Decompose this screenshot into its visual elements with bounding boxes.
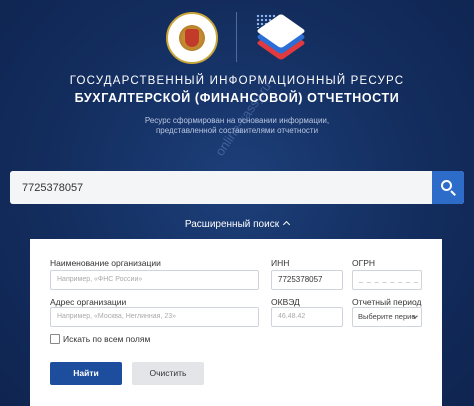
period-label: Отчетный период xyxy=(352,297,422,307)
address-label: Адрес организации xyxy=(50,297,127,307)
ogrn-input[interactable]: _ _ _ _ _ _ _ _ _ xyxy=(352,270,422,290)
title-line-2: БУХГАЛТЕРСКОЙ (ФИНАНСОВОЙ) ОТЧЕТНОСТИ xyxy=(74,91,400,105)
clear-button[interactable]: Очистить xyxy=(132,362,204,385)
search-input[interactable] xyxy=(10,171,432,204)
all-fields-checkbox[interactable] xyxy=(50,334,60,344)
search-button[interactable] xyxy=(432,171,464,204)
title-line-1: ГОСУДАРСТВЕННЫЙ ИНФОРМАЦИОННЫЙ РЕСУРС xyxy=(69,75,405,87)
inn-label: ИНН xyxy=(271,258,290,268)
period-select[interactable]: Выберите перио xyxy=(352,307,422,327)
page-title: ГОСУДАРСТВЕННЫЙ ИНФОРМАЦИОННЫЙ РЕСУРС БУ… xyxy=(0,73,474,107)
search-icon xyxy=(441,180,452,191)
all-fields-label: Искать по всем полям xyxy=(63,334,151,344)
period-select-value: Выберите перио xyxy=(358,312,416,321)
inn-input[interactable]: 7725378057 xyxy=(271,270,343,290)
advanced-search-panel: Наименование организации Например, «ФНС … xyxy=(30,239,442,406)
resource-logo-icon xyxy=(254,13,306,62)
advanced-search-label: Расширенный поиск xyxy=(184,219,280,230)
find-button[interactable]: Найти xyxy=(50,362,122,385)
okved-label: ОКВЭД xyxy=(271,297,300,307)
org-name-label: Наименование организации xyxy=(50,258,161,268)
logo-divider xyxy=(236,12,237,62)
search-bar xyxy=(10,171,464,204)
header-logos xyxy=(0,8,474,66)
org-name-input[interactable]: Например, «ФНС России» xyxy=(50,270,259,290)
chevron-up-icon xyxy=(283,220,291,229)
fns-emblem-icon xyxy=(166,12,218,64)
address-input[interactable]: Например, «Москва, Неглинная, 23» xyxy=(50,307,259,327)
okved-input[interactable]: 46.48.42 xyxy=(271,307,343,327)
ogrn-label: ОГРН xyxy=(352,258,376,268)
advanced-search-toggle[interactable]: Расширенный поиск xyxy=(0,219,474,230)
